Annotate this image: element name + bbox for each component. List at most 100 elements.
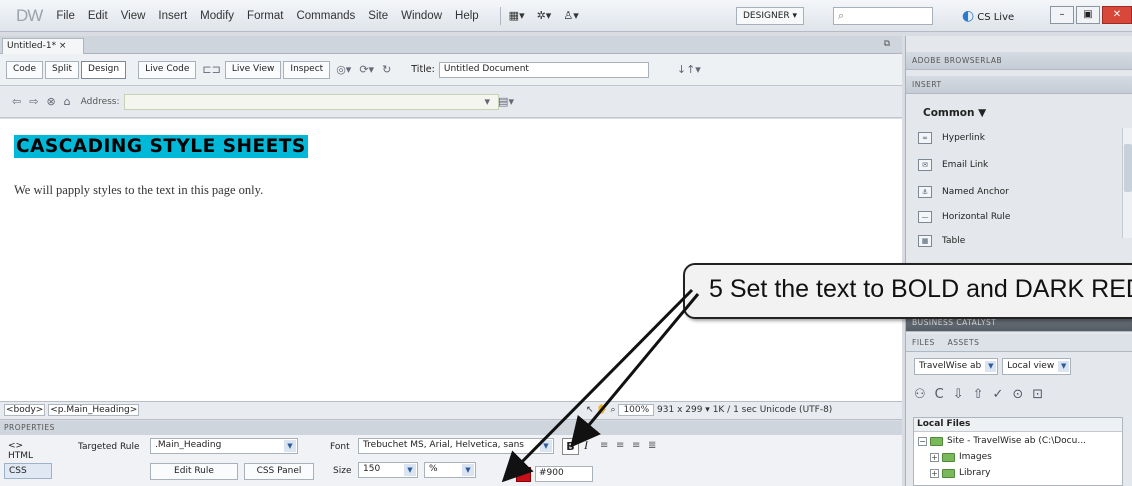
tree-images[interactable]: + Images <box>930 452 992 462</box>
text-color-input[interactable]: #900 <box>535 466 593 482</box>
css-mode-tab[interactable]: CSS <box>4 463 52 479</box>
menu-view[interactable]: View <box>121 10 146 22</box>
minimize-button[interactable]: – <box>1050 6 1074 24</box>
chevron-down-icon: ▼ <box>985 361 997 372</box>
menu-format[interactable]: Format <box>247 10 283 22</box>
zoom-tool-icon[interactable]: ⌕ <box>611 405 616 415</box>
size-value: 150 <box>363 464 381 474</box>
tree-site-root[interactable]: − Site - TravelWise ab (C:\Docu... <box>918 436 1086 446</box>
menu-insert[interactable]: Insert <box>158 10 187 22</box>
cs-live-icon: ◐ <box>962 8 975 24</box>
expand-icon[interactable]: + <box>930 468 939 478</box>
menu-modify[interactable]: Modify <box>200 10 234 22</box>
font-select[interactable]: Trebuchet MS, Arial, Helvetica, sans ▼ <box>358 438 554 454</box>
home-icon[interactable]: ⌂ <box>64 95 71 108</box>
site-select-value: TravelWise ab <box>919 361 982 371</box>
insert-named-anchor[interactable]: ⚓ Named Anchor <box>918 186 1009 198</box>
targeted-rule-select[interactable]: .Main_Heading ▼ <box>150 438 298 454</box>
align-justify-icon[interactable]: ≣ <box>648 440 656 451</box>
scrollbar-thumb[interactable] <box>1124 144 1132 192</box>
menu-help[interactable]: Help <box>455 10 479 22</box>
code-view-button[interactable]: Code <box>6 60 44 79</box>
tag-body[interactable]: <body> <box>4 404 46 416</box>
address-input[interactable] <box>123 93 499 110</box>
live-code-button[interactable]: Live Code <box>138 60 197 79</box>
align-center-icon[interactable]: ≡ <box>616 440 624 451</box>
inspect-button[interactable]: Inspect <box>283 60 331 79</box>
align-right-icon[interactable]: ≡ <box>632 440 640 451</box>
address-dropdown-icon[interactable]: ▾ <box>485 95 491 108</box>
local-files-tree[interactable]: Local Files − Site - TravelWise ab (C:\Do… <box>913 417 1123 486</box>
split-view-button[interactable]: Split <box>45 60 80 79</box>
size-unit-select[interactable]: % ▼ <box>424 462 476 478</box>
stop-icon[interactable]: ⊗ <box>46 95 55 108</box>
menu-file[interactable]: File <box>56 10 75 22</box>
browser-preview-icon[interactable]: ◎▾ <box>336 63 351 76</box>
insert-table[interactable]: ▦ Table <box>918 235 965 247</box>
insert-hyperlink[interactable]: ∞ Hyperlink <box>918 132 985 144</box>
css-panel-button[interactable]: CSS Panel <box>244 463 314 480</box>
files-tab[interactable]: FILES <box>912 338 935 347</box>
expand-icon[interactable]: + <box>930 452 939 462</box>
document-tab[interactable]: Untitled-1* × <box>2 38 84 54</box>
title-input[interactable]: Untitled Document <box>438 61 649 78</box>
insert-category-select[interactable]: Common ▼ <box>923 107 986 119</box>
cs-live-button[interactable]: ◐ CS Live <box>962 8 1014 24</box>
refresh-icon[interactable]: ↻ <box>382 63 391 76</box>
tag-p-main-heading[interactable]: <p.Main_Heading> <box>48 404 140 416</box>
check-compat-icon[interactable]: ⊏⊐ <box>202 63 220 76</box>
layout-icon[interactable]: ▦▾ <box>509 9 525 22</box>
files-tool-buttons[interactable]: ⚇C⇩⇧✓⊙⊡ <box>914 387 1052 402</box>
forward-icon[interactable]: ⇨ <box>29 95 38 108</box>
restore-button[interactable]: ▣ <box>1076 6 1100 24</box>
assets-tab[interactable]: ASSETS <box>948 338 980 347</box>
insert-horizontal-rule[interactable]: — Horizontal Rule <box>918 211 1010 223</box>
insert-scrollbar[interactable] <box>1122 128 1132 238</box>
live-view-button[interactable]: Live View <box>224 60 282 79</box>
back-icon[interactable]: ⇦ <box>12 95 21 108</box>
page-body-text[interactable]: We will papply styles to the text in thi… <box>14 183 263 198</box>
browserlab-panel-header[interactable]: ADOBE BROWSERLAB <box>906 52 1132 70</box>
size-unit-value: % <box>429 464 438 474</box>
search-input[interactable]: ⌕ <box>833 7 933 25</box>
site-icon[interactable]: ♙▾ <box>563 9 578 22</box>
properties-header[interactable]: PROPERTIES <box>0 421 902 435</box>
site-select[interactable]: TravelWise ab ▼ <box>914 358 999 375</box>
chevron-down-icon: ▼ <box>462 464 474 476</box>
close-button[interactable]: ✕ <box>1102 6 1132 24</box>
menu-site[interactable]: Site <box>368 10 388 22</box>
zoom-level[interactable]: 100% <box>618 404 655 416</box>
file-management-icon[interactable]: ↓↑▾ <box>677 63 701 76</box>
size-select[interactable]: 150 ▼ <box>358 462 418 478</box>
bold-button[interactable]: B <box>562 438 579 455</box>
menu-window[interactable]: Window <box>401 10 442 22</box>
menu-edit[interactable]: Edit <box>88 10 108 22</box>
text-color-swatch[interactable] <box>516 467 531 482</box>
hand-tool-icon[interactable]: ✋ <box>596 405 607 415</box>
tree-library-label: Library <box>959 468 991 478</box>
menu-commands[interactable]: Commands <box>296 10 355 22</box>
extend-icon[interactable]: ✲▾ <box>537 9 552 22</box>
insert-email-link[interactable]: ✉ Email Link <box>918 159 988 171</box>
restore-document-icon[interactable]: ⧉ <box>884 39 890 49</box>
files-toolbar: TravelWise ab ▼ Local view ▼ <box>914 358 1075 375</box>
workspace-switcher[interactable]: DESIGNER ▾ <box>736 7 805 25</box>
page-heading[interactable]: CASCADING STYLE SHEETS <box>14 135 308 158</box>
insert-panel-header[interactable]: INSERT <box>906 76 1132 94</box>
tree-library[interactable]: + Library <box>930 468 990 478</box>
refresh-design-icon[interactable]: ⟳▾ <box>359 63 374 76</box>
view-select-value: Local view <box>1007 361 1055 371</box>
html-mode-tab[interactable]: <> HTML <box>4 439 52 461</box>
design-view[interactable]: CASCADING STYLE SHEETS We will papply st… <box>0 119 902 402</box>
tag-selector: <body> <p.Main_Heading> <box>4 404 140 416</box>
collapse-icon[interactable]: − <box>918 436 927 446</box>
table-icon: ▦ <box>918 235 932 247</box>
select-tool-icon[interactable]: ↖ <box>586 405 594 415</box>
edit-rule-button[interactable]: Edit Rule <box>150 463 238 480</box>
browser-options-icon[interactable]: ▤▾ <box>498 95 514 108</box>
italic-button[interactable]: I <box>584 438 588 453</box>
cs-live-label: CS Live <box>977 12 1015 23</box>
view-select[interactable]: Local view ▼ <box>1002 358 1072 375</box>
align-left-icon[interactable]: ≡ <box>600 440 608 451</box>
design-view-button[interactable]: Design <box>81 60 127 79</box>
